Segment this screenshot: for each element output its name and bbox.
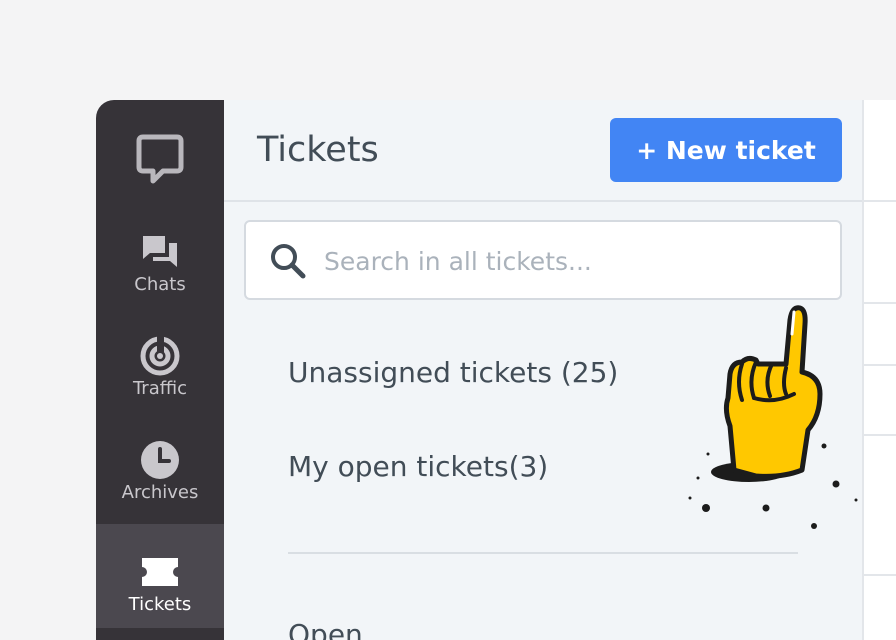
chat-logo-icon[interactable]	[135, 133, 185, 185]
clock-icon	[138, 438, 182, 482]
tickets-panel: Tickets + New ticket Unassigned tickets …	[224, 100, 862, 640]
row-divider	[864, 434, 896, 436]
ticket-list-column	[862, 100, 896, 640]
page-title: Tickets	[257, 130, 379, 170]
search-icon	[271, 244, 306, 279]
nav-label: Chats	[134, 274, 186, 295]
nav-item-tickets[interactable]: Tickets	[96, 524, 224, 628]
row-divider	[864, 574, 896, 576]
traffic-icon	[138, 334, 182, 378]
row-divider	[864, 200, 896, 202]
nav-label: Tickets	[128, 594, 192, 615]
row-divider	[864, 302, 896, 304]
open-tickets-link[interactable]: Open	[288, 618, 363, 640]
nav-label: Traffic	[132, 378, 188, 399]
my-open-tickets-link[interactable]: My open tickets(3)	[288, 450, 548, 483]
app-window: Chats Traffic Archives Tickets Tickets +…	[96, 100, 896, 640]
sidebar-nav: Chats Traffic Archives Tickets	[96, 100, 224, 640]
chats-icon	[138, 230, 182, 274]
search-input[interactable]	[324, 240, 624, 282]
ticket-icon	[138, 550, 182, 594]
row-divider	[864, 364, 896, 366]
nav-item-traffic[interactable]: Traffic	[96, 308, 224, 412]
divider	[288, 552, 798, 554]
unassigned-tickets-link[interactable]: Unassigned tickets (25)	[288, 356, 618, 389]
search-box[interactable]	[244, 220, 842, 300]
nav-item-chats[interactable]: Chats	[96, 204, 224, 308]
nav-label: Archives	[121, 482, 199, 503]
new-ticket-button[interactable]: + New ticket	[610, 118, 842, 182]
panel-header: Tickets + New ticket	[224, 100, 862, 202]
nav-item-archives[interactable]: Archives	[96, 412, 224, 516]
